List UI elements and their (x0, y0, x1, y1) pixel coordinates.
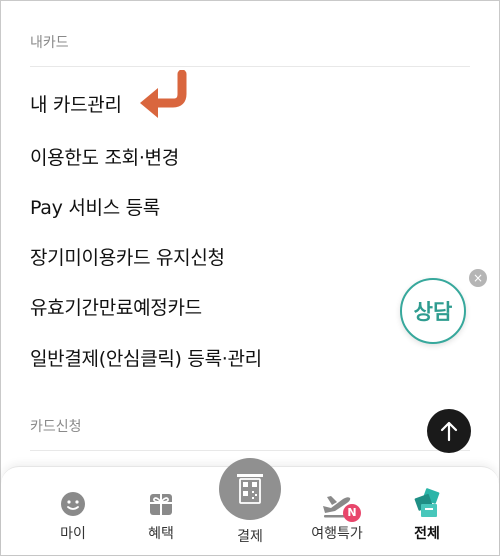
nav-my[interactable]: 마이 (33, 488, 113, 543)
section-label-my-card: 내카드 (30, 35, 69, 51)
nav-label: 전체 (414, 526, 440, 542)
menu-item-my-card-management[interactable]: 내 카드관리 (30, 90, 122, 117)
nav-label: 혜택 (148, 526, 174, 542)
nav-label: 여행특가 (311, 526, 363, 542)
section-label-card-apply: 카드신청 (30, 419, 82, 435)
smiley-icon (61, 492, 85, 516)
menu-item-long-term-unused[interactable]: 장기미이용카드 유지신청 (30, 243, 225, 270)
close-icon[interactable]: × (469, 269, 487, 287)
cards-stack-icon (414, 488, 440, 517)
scroll-top-button[interactable] (427, 409, 471, 453)
gift-icon (150, 494, 172, 515)
consult-button[interactable]: 상담 (400, 278, 466, 344)
arrow-up-icon (440, 421, 458, 442)
nav-label: 마이 (60, 526, 86, 542)
nav-benefit[interactable]: 혜택 (121, 488, 201, 543)
nav-label: 결제 (237, 529, 263, 545)
menu-item-pay-service[interactable]: Pay 서비스 등록 (30, 193, 160, 220)
new-badge: N (343, 504, 361, 522)
pay-button[interactable] (219, 458, 281, 520)
nav-travel[interactable]: N 여행특가 (297, 488, 377, 543)
divider (30, 66, 470, 67)
menu-item-limit-inquiry[interactable]: 이용한도 조회·변경 (30, 143, 179, 170)
nav-all[interactable]: 전체 (387, 488, 467, 543)
menu-item-expiring-cards[interactable]: 유효기간만료예정카드 (30, 293, 202, 320)
divider (30, 450, 470, 451)
menu-item-safe-click[interactable]: 일반결제(안심클릭) 등록·관리 (30, 344, 262, 371)
pointer-arrow-icon (140, 70, 187, 118)
qr-code-icon (237, 474, 263, 504)
